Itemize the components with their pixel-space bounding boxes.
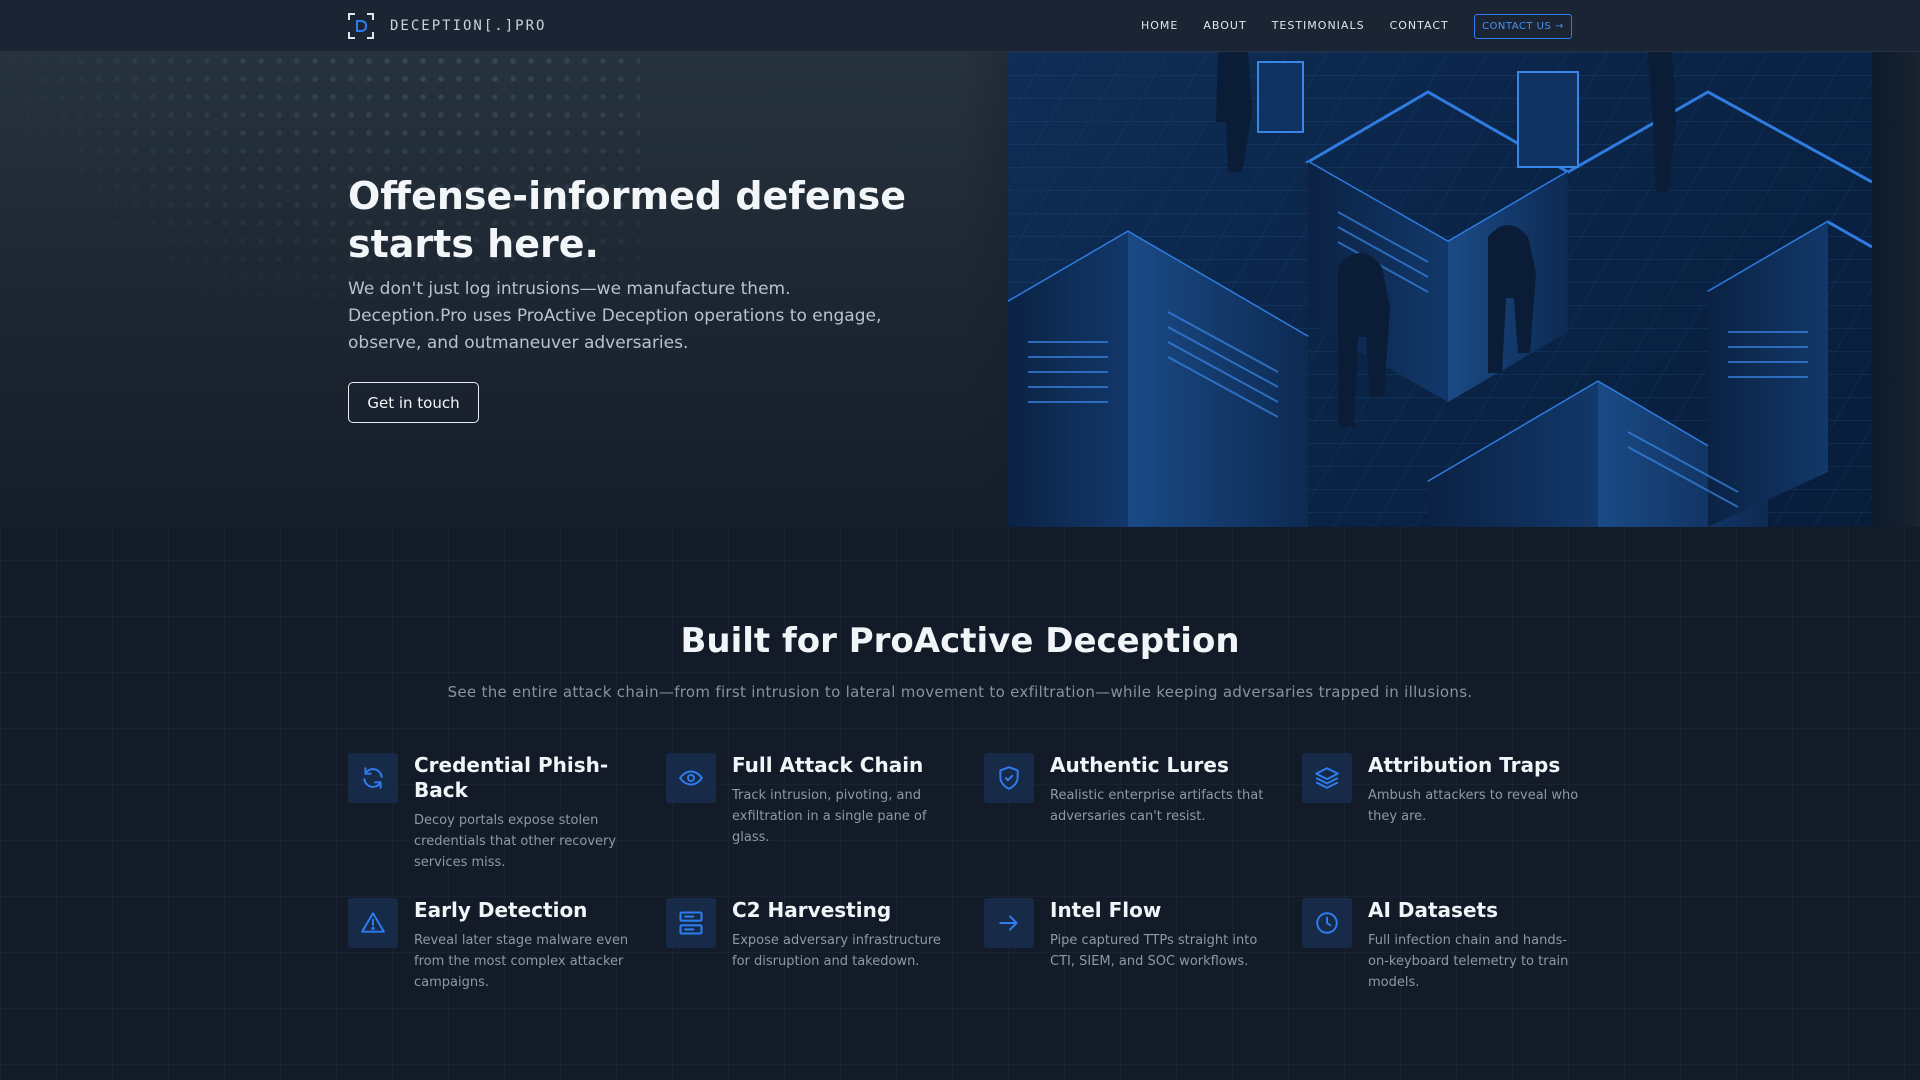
feature-title: Authentic Lures [1050,753,1229,777]
get-in-touch-button[interactable]: Get in touch [348,382,479,423]
refresh-icon [348,753,398,803]
brand-name: DECEPTION[.]PRO [390,18,547,34]
feature-description: Ambush attackers to reveal who they are. [1368,788,1579,824]
clock-icon [1302,898,1352,948]
feature-title: AI Datasets [1368,898,1498,922]
feature-description: Decoy portals expose stolen credentials … [414,813,617,870]
feature-description: Realistic enterprise artifacts that adve… [1050,788,1264,824]
hero-illustration [1008,52,1872,527]
features-title: Built for ProActive Deception [680,621,1240,661]
shield-check-icon [984,753,1034,803]
feature-description: Reveal later stage malware even from the… [414,933,629,990]
hero-subtitle: We don't just log intrusions—we manufact… [348,279,882,353]
nav-contact-link[interactable]: CONTACT [1390,19,1449,32]
feature-description: Expose adversary infrastructure for disr… [732,933,941,969]
nav-home-link[interactable]: HOME [1141,19,1178,32]
nav-links: HOME ABOUT TESTIMONIALS CONTACT [1141,19,1474,32]
feature-title: Full Attack Chain [732,753,924,777]
brand[interactable]: DECEPTION[.]PRO [348,13,546,39]
top-navbar: DECEPTION[.]PRO HOME ABOUT TESTIMONIALS … [0,0,1920,52]
layers-icon [1302,753,1352,803]
features-subtitle: See the entire attack chain—from first i… [447,683,1473,701]
feature-description: Full infection chain and hands-on-keyboa… [1368,933,1569,990]
hero-title: Offense-informed defense starts here. [348,174,907,266]
feature-title: Early Detection [414,898,588,922]
feature-title: Credential Phish-Back [414,753,609,802]
feature-description: Track intrusion, pivoting, and exfiltrat… [732,788,927,845]
feature-title: C2 Harvesting [732,898,892,922]
hero-section: Offense-informed defense starts here. We… [0,52,1920,527]
warning-icon [348,898,398,948]
nav-testimonials-link[interactable]: TESTIMONIALS [1272,19,1365,32]
nav-about-link[interactable]: ABOUT [1203,19,1246,32]
feature-description: Pipe captured TTPs straight into CTI, SI… [1050,933,1258,969]
hero-art-edge [1872,52,1920,527]
hero-art-fade [960,52,1008,527]
bracket-d-logo-icon [348,13,374,39]
arrow-right-icon [984,898,1034,948]
feature-title: Intel Flow [1050,898,1162,922]
contact-us-button[interactable]: CONTACT US → [1474,14,1572,39]
server-icon [666,898,716,948]
eye-icon [666,753,716,803]
feature-title: Attribution Traps [1368,753,1561,777]
